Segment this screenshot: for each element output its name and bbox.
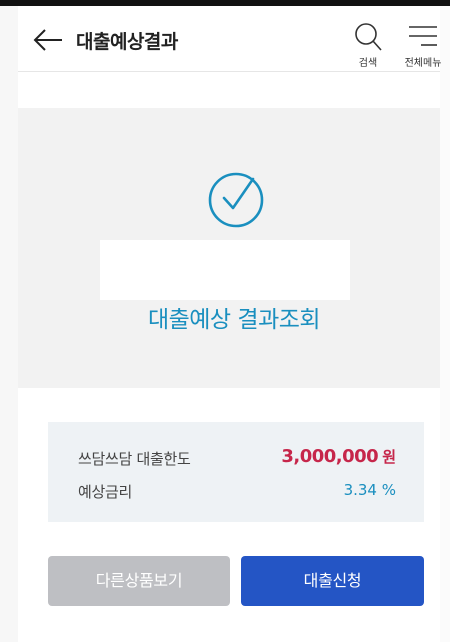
masked-content-box bbox=[100, 240, 350, 300]
loan-apply-button[interactable]: 대출신청 bbox=[241, 556, 424, 606]
loan-limit-row: 쓰담쓰담 대출한도 3,000,000 원 bbox=[78, 446, 396, 470]
loan-limit-unit: 원 bbox=[382, 448, 396, 466]
loan-summary-box: 쓰담쓰담 대출한도 3,000,000 원 예상금리 3.34 % bbox=[48, 422, 424, 522]
page-title: 대출예상결과 bbox=[76, 31, 178, 53]
full-menu-button[interactable]: 전체메뉴 bbox=[400, 22, 446, 70]
app-header: 대출예상결과 검색 전체메뉴 bbox=[18, 6, 441, 72]
interest-rate-label: 예상금리 bbox=[78, 483, 133, 501]
loan-limit-label: 쓰담쓰담 대출한도 bbox=[78, 450, 191, 468]
search-button[interactable]: 검색 bbox=[352, 22, 384, 70]
hamburger-menu-icon bbox=[409, 26, 437, 46]
search-label: 검색 bbox=[358, 58, 378, 69]
result-title: 대출예상 결과조회 bbox=[147, 307, 321, 333]
interest-rate-row: 예상금리 3.34 % bbox=[78, 479, 396, 503]
back-button[interactable] bbox=[32, 26, 64, 54]
interest-rate-value: 3.34 % bbox=[343, 481, 396, 499]
left-edge bbox=[0, 6, 18, 642]
loan-limit-value: 3,000,000 원 bbox=[281, 446, 396, 467]
loan-limit-amount: 3,000,000 bbox=[281, 446, 379, 467]
other-products-button[interactable]: 다른상품보기 bbox=[48, 556, 230, 606]
result-panel: 대출예상 결과조회 bbox=[18, 108, 440, 388]
check-circle-icon bbox=[208, 172, 264, 228]
search-icon bbox=[355, 23, 382, 51]
back-arrow-icon bbox=[33, 29, 62, 51]
full-menu-label: 전체메뉴 bbox=[404, 58, 442, 69]
